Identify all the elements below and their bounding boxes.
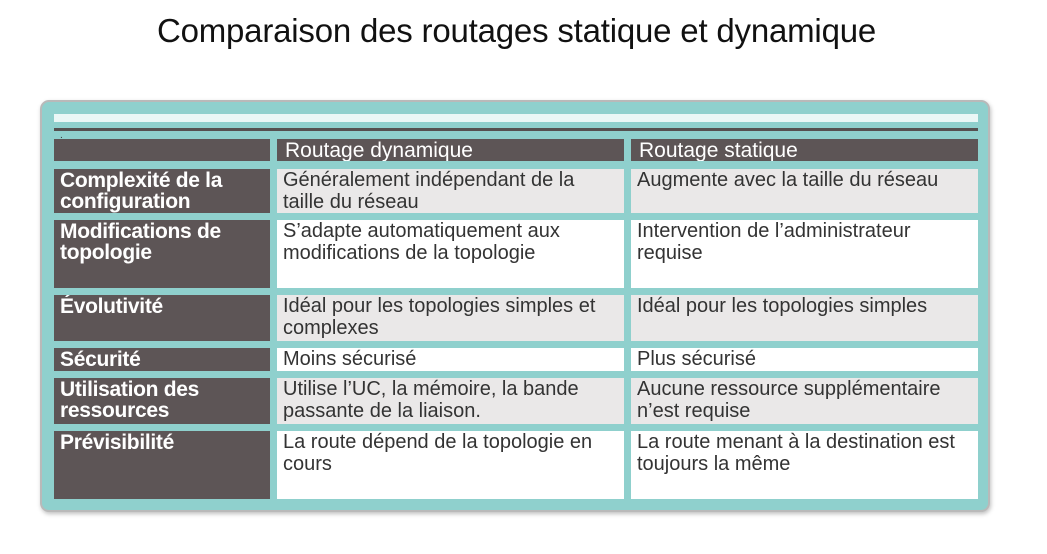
row-label-ressources: Utilisation des ressources <box>54 378 270 424</box>
row-label-topologie: Modifications de topologie <box>54 220 270 288</box>
table-corner-cell <box>54 139 270 161</box>
cell-dynamic-complexite: Généralement indépendant de la taille du… <box>277 169 624 213</box>
cell-static-evolutivite: Idéal pour les topologies simples <box>631 295 978 341</box>
cell-dynamic-previsibilite: La route dépend de la topologie en cours <box>277 431 624 499</box>
row-label-evolutivite: Évolutivité <box>54 295 270 341</box>
cell-dynamic-ressources: Utilise l’UC, la mémoire, la bande passa… <box>277 378 624 424</box>
comparison-table-frame: . Routage dynamique Routage statique Com… <box>40 100 990 512</box>
page-title: Comparaison des routages statique et dyn… <box>156 12 877 49</box>
cell-dynamic-securite: Moins sécurisé <box>277 348 624 371</box>
table-top-strip <box>54 114 978 122</box>
column-header-static: Routage statique <box>631 139 978 161</box>
row-label-previsibilite: Prévisibilité <box>54 431 270 499</box>
cell-dynamic-topologie: S’adapte automatiquement aux modificatio… <box>277 220 624 288</box>
cell-static-previsibilite: La route menant à la destination est tou… <box>631 431 978 499</box>
cell-dynamic-evolutivite: Idéal pour les topologies simples et com… <box>277 295 624 341</box>
row-label-complexite: Complexité de la configuration <box>54 169 270 213</box>
column-header-dynamic: Routage dynamique <box>277 139 624 161</box>
row-label-securite: Sécurité <box>54 348 270 371</box>
cell-static-complexite: Augmente avec la taille du réseau <box>631 169 978 213</box>
cell-static-topologie: Intervention de l’administrateur requise <box>631 220 978 288</box>
table-top-divider <box>54 128 978 131</box>
cell-static-ressources: Aucune ressource supplémentaire n’est re… <box>631 378 978 424</box>
cell-static-securite: Plus sécurisé <box>631 348 978 371</box>
